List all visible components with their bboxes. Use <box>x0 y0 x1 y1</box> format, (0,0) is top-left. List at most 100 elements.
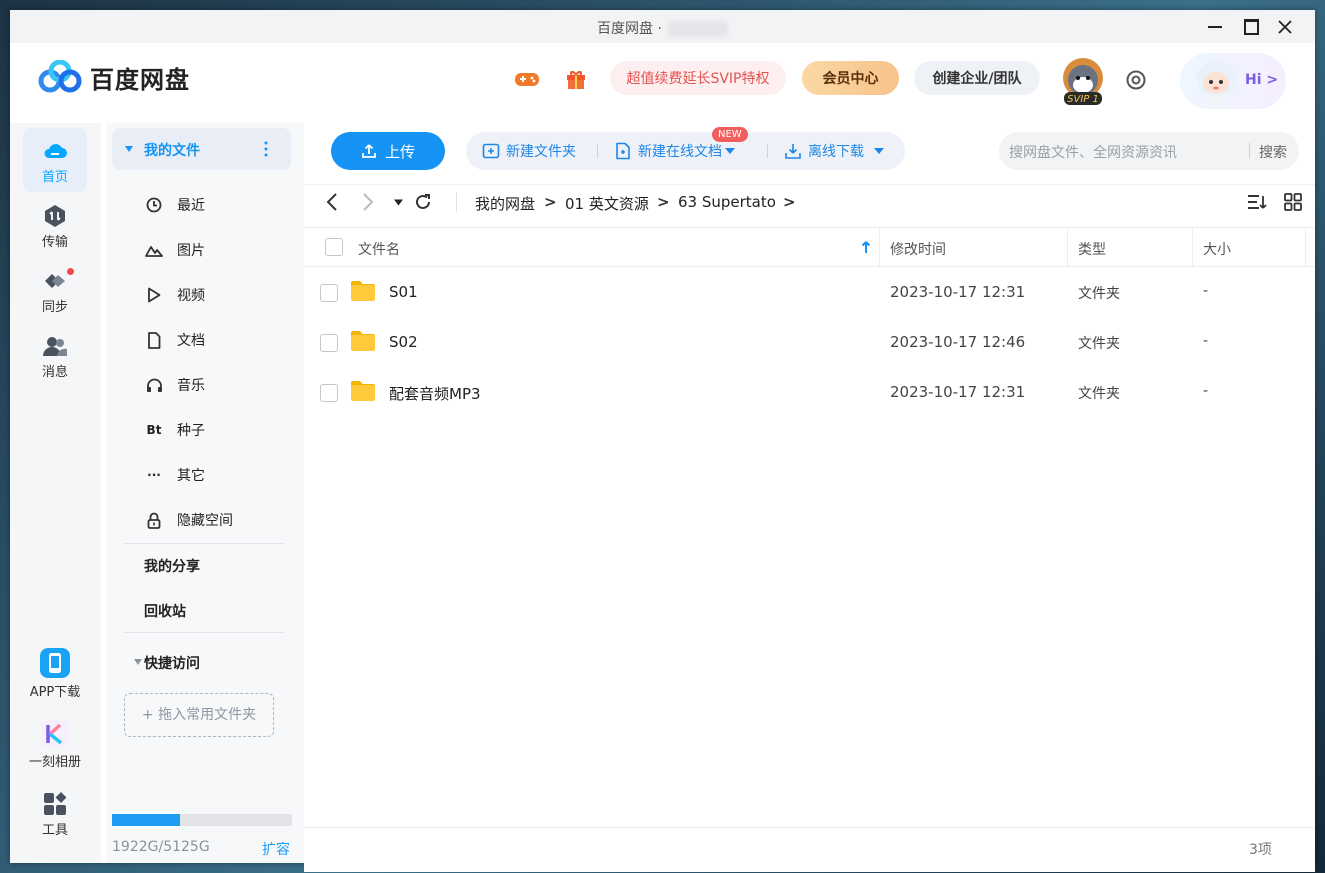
sort-list-icon <box>1248 195 1267 209</box>
select-all-checkbox[interactable] <box>325 238 343 256</box>
more-vertical-icon[interactable] <box>263 141 269 157</box>
storage-progress-fill <box>112 814 180 826</box>
phone-app-icon <box>40 648 70 678</box>
hi-label: Hi > <box>1245 72 1279 88</box>
expand-storage-link[interactable]: 扩容 <box>262 839 290 859</box>
sidebar-item-images[interactable]: 图片 <box>107 230 297 270</box>
close-button[interactable] <box>1272 14 1298 40</box>
table-row[interactable]: S02 2023-10-17 12:46 文件夹 - <box>304 317 1315 367</box>
offline-download-button[interactable]: 离线下载 <box>784 132 884 170</box>
sidebar-item-hidden-space[interactable]: 隐藏空间 <box>107 500 297 540</box>
sidebar-item-other[interactable]: ··· 其它 <box>107 455 297 495</box>
file-name[interactable]: S01 <box>389 283 418 301</box>
breadcrumb-chevron-icon: > <box>544 193 557 211</box>
more-dots-icon: ··· <box>147 468 161 482</box>
search-button[interactable]: 搜索 <box>1259 142 1287 162</box>
maximize-button[interactable] <box>1238 14 1264 40</box>
nav-tools[interactable]: 工具 <box>23 783 87 853</box>
new-online-doc-label: 新建在线文档 <box>638 144 722 160</box>
quick-access-header[interactable]: 快捷访问 <box>107 645 297 675</box>
vip-center-button[interactable]: 会员中心 <box>802 61 899 95</box>
close-icon <box>1278 20 1292 34</box>
logo[interactable]: 百度网盘 <box>38 60 190 94</box>
column-header-type[interactable]: 类型 <box>1078 239 1106 259</box>
nav-app-download-label: APP下载 <box>29 685 81 700</box>
path-bar: 我的网盘 > 01 英文资源 > 63 Supertato > <box>304 182 1315 222</box>
transfer-icon <box>45 205 65 227</box>
sidebar-item-torrents[interactable]: Bt 种子 <box>107 410 297 450</box>
column-header-name[interactable]: 文件名 <box>358 239 400 259</box>
file-table-header: 文件名 修改时间 类型 大小 <box>304 227 1315 267</box>
nav-sync[interactable]: 同步 <box>23 258 87 322</box>
game-button[interactable] <box>512 64 542 94</box>
sidebar-item-recent[interactable]: 最近 <box>107 185 297 225</box>
refresh-button[interactable] <box>411 190 435 214</box>
search-input[interactable]: 搜网盘文件、全网资源资讯 <box>1009 142 1177 162</box>
minimize-button[interactable] <box>1202 14 1228 40</box>
settings-button[interactable] <box>1123 67 1149 93</box>
dropdown-triangle-icon <box>874 148 884 154</box>
column-divider <box>879 228 880 266</box>
history-dropdown-button[interactable] <box>386 190 410 214</box>
nav-album[interactable]: 一刻相册 <box>23 713 87 783</box>
forward-button[interactable] <box>356 190 380 214</box>
column-header-size[interactable]: 大小 <box>1203 239 1231 259</box>
quick-access-drop-zone[interactable]: + 拖入常用文件夹 <box>124 693 274 737</box>
gift-button[interactable] <box>561 64 591 94</box>
sidebar-divider <box>124 543 284 544</box>
table-row[interactable]: S01 2023-10-17 12:31 文件夹 - <box>304 267 1315 317</box>
breadcrumb-item[interactable]: 63 Supertato <box>678 193 776 211</box>
table-row[interactable]: 配套音频MP3 2023-10-17 12:31 文件夹 - <box>304 367 1315 417</box>
sidebar-item-my-share[interactable]: 我的分享 <box>144 556 200 576</box>
file-modified: 2023-10-17 12:46 <box>890 333 1026 351</box>
column-header-modified[interactable]: 修改时间 <box>890 239 946 259</box>
download-icon <box>785 144 801 159</box>
grid-view-button[interactable] <box>1281 190 1305 214</box>
storage-usage-text: 1922G/5125G <box>112 839 210 855</box>
row-checkbox[interactable] <box>320 334 338 352</box>
column-divider <box>1067 228 1068 266</box>
folder-icon <box>351 281 375 301</box>
sidebar-item-label: 图片 <box>177 243 205 259</box>
back-button[interactable] <box>320 190 344 214</box>
my-files-header[interactable]: 我的文件 <box>112 128 291 170</box>
quick-access-label: 快捷访问 <box>144 656 200 672</box>
file-size: - <box>1203 333 1209 349</box>
file-type: 文件夹 <box>1078 336 1120 352</box>
nav-messages[interactable]: 消息 <box>23 323 87 387</box>
nav-sync-label: 同步 <box>41 300 68 315</box>
user-avatar[interactable]: SVIP 1 <box>1058 56 1108 106</box>
sort-ascending-arrow-icon[interactable] <box>861 240 871 254</box>
refresh-icon <box>416 194 430 209</box>
folder-icon <box>351 331 375 351</box>
sort-button[interactable] <box>1245 190 1269 214</box>
file-name[interactable]: 配套音频MP3 <box>389 383 481 404</box>
file-name[interactable]: S02 <box>389 333 418 351</box>
minimize-icon <box>1208 26 1222 28</box>
sidebar-item-documents[interactable]: 文档 <box>107 320 297 360</box>
sidebar-divider <box>124 632 284 633</box>
play-icon <box>148 287 161 303</box>
home-cloud-icon <box>44 144 67 158</box>
assistant-hi-button[interactable]: Hi > <box>1180 53 1286 109</box>
file-type: 文件夹 <box>1078 386 1120 402</box>
new-folder-button[interactable]: 新建文件夹 <box>482 132 576 170</box>
svip-renew-promo[interactable]: 超值续费延长SVIP特权 <box>610 61 786 95</box>
row-checkbox[interactable] <box>320 284 338 302</box>
breadcrumb-item[interactable]: 01 英文资源 <box>565 193 649 214</box>
sidebar-item-videos[interactable]: 视频 <box>107 275 297 315</box>
upload-button[interactable]: 上传 <box>331 132 445 170</box>
breadcrumb-item[interactable]: 我的网盘 <box>475 193 535 214</box>
sidebar-item-recycle-bin[interactable]: 回收站 <box>144 601 186 621</box>
sidebar-item-music[interactable]: 音乐 <box>107 365 297 405</box>
nav-transfer[interactable]: 传输 <box>23 193 87 257</box>
sidebar-item-label: 隐藏空间 <box>177 513 233 529</box>
main-content: 上传 新建文件夹 新建在线文档 NEW 离线下载 搜网盘文件、全网资源资讯 搜索… <box>304 127 1315 872</box>
svip-badge: SVIP 1 <box>1067 94 1099 105</box>
row-checkbox[interactable] <box>320 384 338 402</box>
assistant-mascot-icon <box>1196 61 1236 107</box>
settings-icon <box>1126 70 1146 90</box>
create-enterprise-button[interactable]: 创建企业/团队 <box>914 61 1040 95</box>
nav-app-download[interactable]: APP下载 <box>23 643 87 713</box>
nav-home[interactable]: 首页 <box>23 128 87 192</box>
